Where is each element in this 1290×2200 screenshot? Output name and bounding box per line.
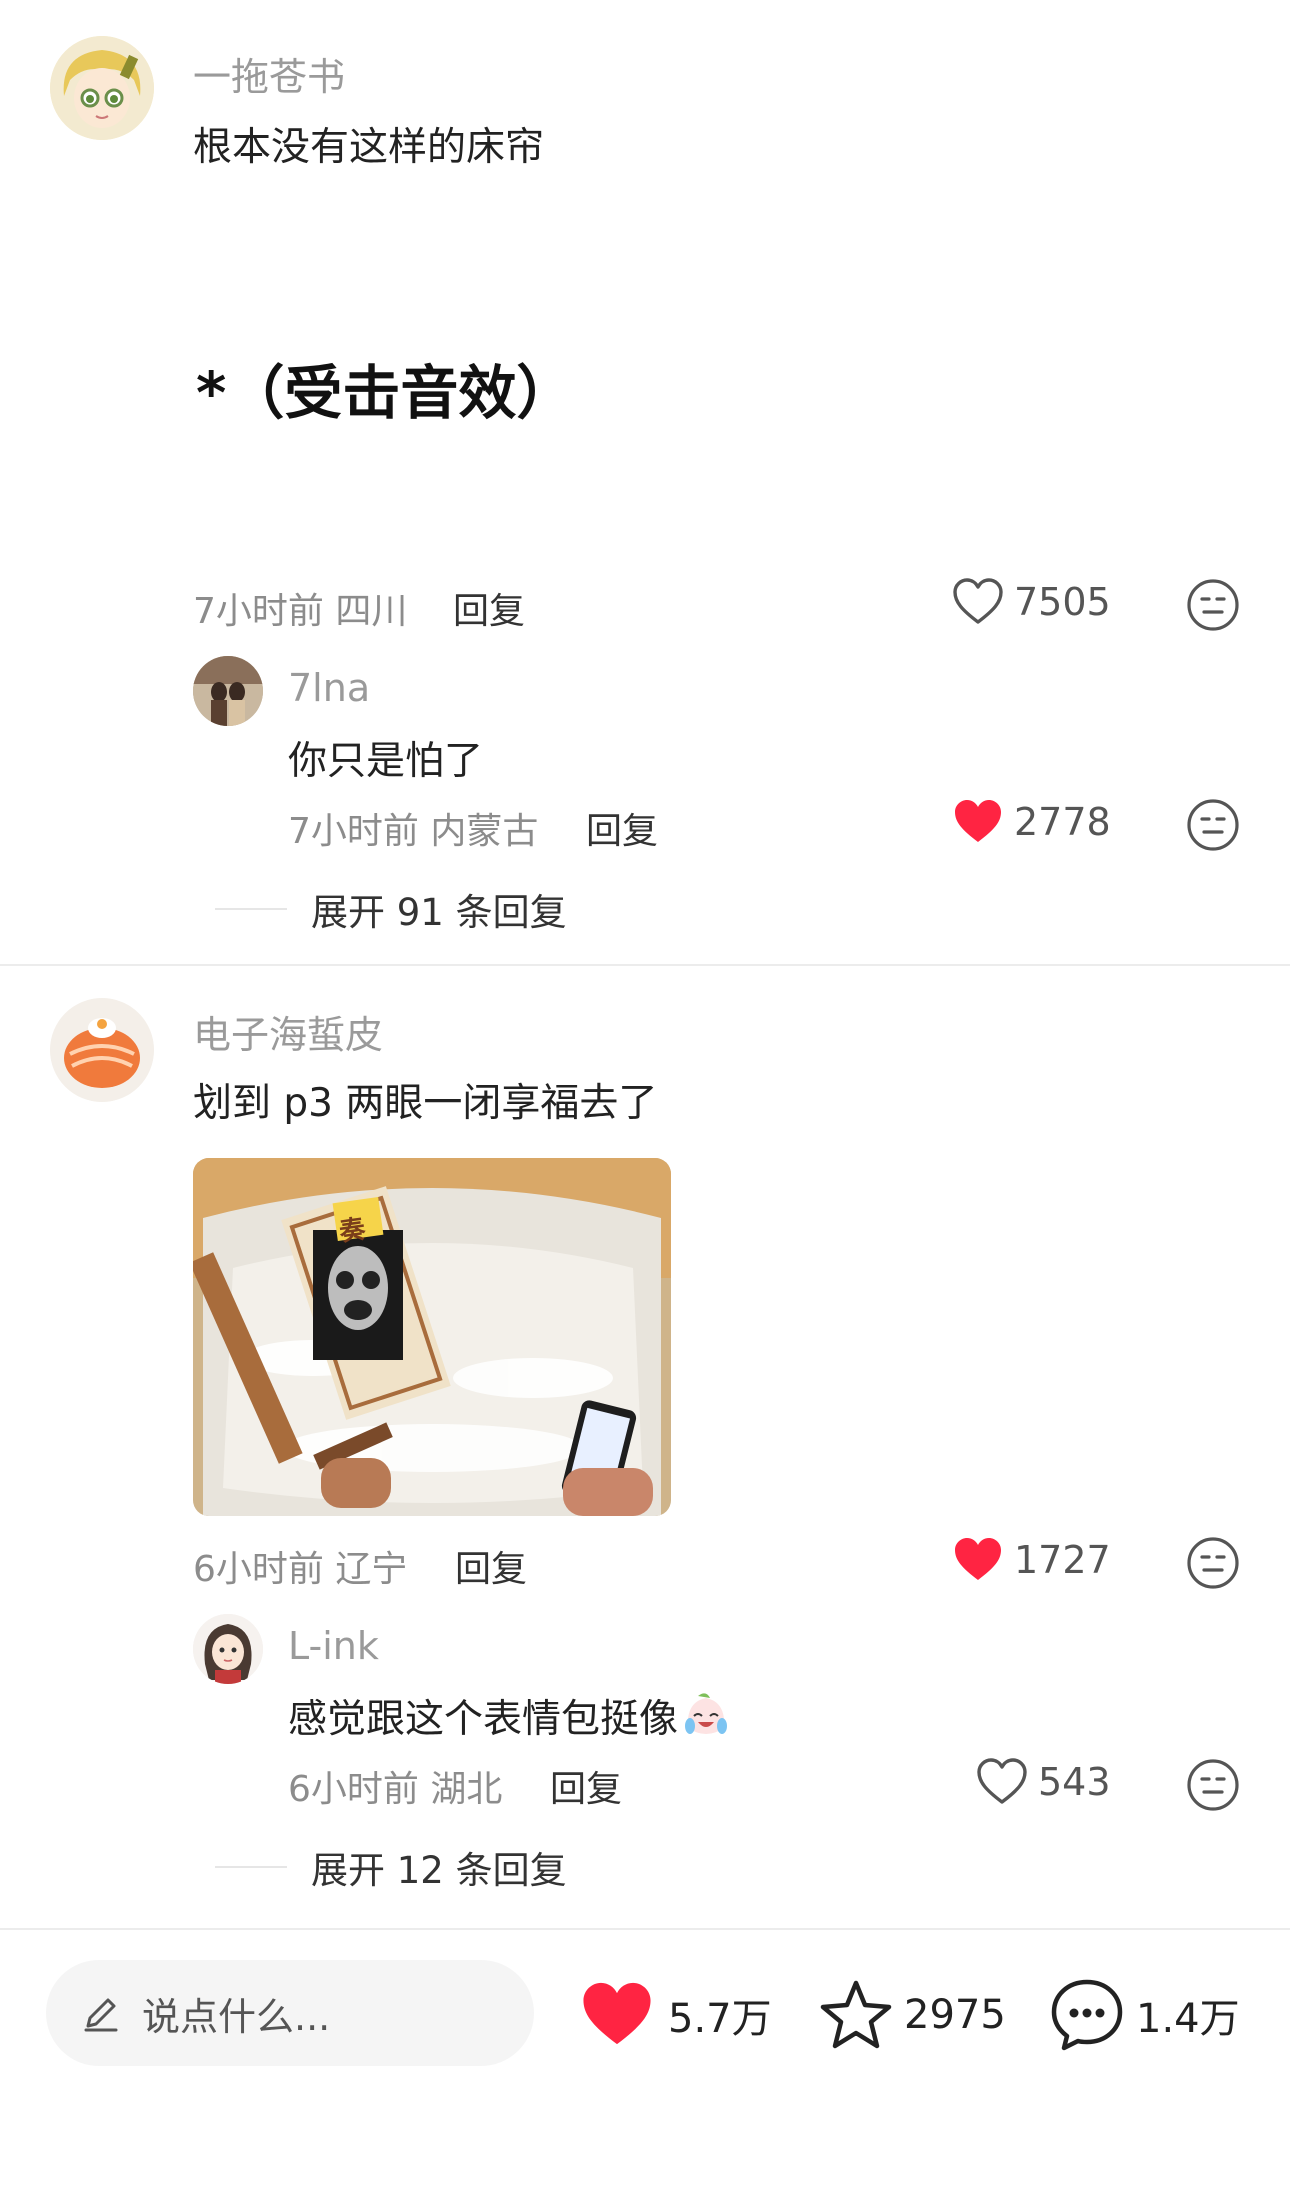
reply-meta: 6小时前 湖北 [288,1769,503,1810]
comment-bubble-icon [1051,1979,1123,2051]
crying-laughing-emoji-icon [685,1693,728,1734]
divider-line [215,908,287,910]
comment-input[interactable]: 说点什么... [46,1960,534,2066]
reply-meta: 7小时前 内蒙古 [288,811,539,852]
post-comment-button[interactable]: 1.4万 [1048,1976,1240,2054]
avatar-reply-1[interactable] [193,656,263,726]
like-button[interactable]: 7505 [952,578,1111,626]
bottom-bar: 说点什么... 5.7万 2975 1.4万 [0,1930,1290,2200]
comment-text-emphasis: *（受击音效） [196,359,575,427]
reply-text-row: 感觉跟这个表情包挺像 [288,1688,732,1744]
illustrated-girl-avatar-image [193,1614,263,1684]
sticky-note-text: 奏 [337,1214,368,1248]
neutral-face-icon[interactable] [1186,1536,1240,1590]
meme-image [193,1158,671,1516]
post-like-button[interactable]: 5.7万 [578,1980,772,2050]
reply-button[interactable]: 回复 [453,582,525,634]
expand-replies-label: 展开 12 条回复 [311,1849,567,1892]
heart-filled-icon [583,1982,651,2045]
comment-meta: 7小时前 四川 [193,591,408,632]
like-count: 2778 [1014,800,1111,844]
avatar-reply-2[interactable] [193,1614,263,1684]
like-button[interactable]: 2778 [952,798,1111,846]
heart-outline-icon [977,1758,1027,1804]
like-button[interactable]: 1727 [952,1536,1111,1584]
star-outline-icon [820,1980,892,2049]
post-favorite-count: 2975 [904,1992,1006,2038]
salmon-sushi-avatar-image [50,998,154,1102]
divider-line [215,1866,287,1868]
neutral-face-icon[interactable] [1186,798,1240,852]
comment-text: 划到 p3 两眼一闭享福去了 [193,1081,658,1126]
expand-replies-button[interactable]: 展开 12 条回复 [215,1840,567,1894]
reply-username[interactable]: 7lna [288,666,370,710]
reply-button[interactable]: 回复 [455,1540,527,1592]
reply-button[interactable]: 回复 [550,1760,622,1812]
pencil-icon [84,1998,118,2032]
like-count: 543 [1038,1760,1111,1804]
username[interactable]: 电子海蜇皮 [193,1004,383,1059]
avatar-comment-2[interactable] [50,998,154,1102]
neutral-face-icon[interactable] [1186,578,1240,632]
like-count: 7505 [1014,580,1111,624]
heart-filled-icon [955,1538,1001,1580]
reply-button[interactable]: 回复 [586,802,658,854]
reply-text: 感觉跟这个表情包挺像 [288,1697,679,1742]
expand-replies-label: 展开 91 条回复 [311,891,567,934]
comment-text: 根本没有这样的床帘 [193,125,545,170]
photo-avatar-image [193,656,263,726]
reply-username[interactable]: L-ink [288,1624,379,1668]
neutral-face-icon[interactable] [1186,1758,1240,1812]
anime-avatar-image [50,36,154,140]
post-favorite-button[interactable]: 2975 [818,1978,1006,2052]
like-count: 1727 [1014,1538,1111,1582]
comment-image[interactable]: 奏 [193,1158,671,1516]
avatar-comment-1[interactable] [50,36,154,140]
heart-outline-icon [953,578,1003,624]
heart-filled-icon [955,800,1001,842]
comment-meta: 6小时前 辽宁 [193,1549,408,1590]
like-button[interactable]: 543 [976,1758,1111,1806]
post-like-count: 5.7万 [668,1996,772,2042]
username[interactable]: 一拖苍书 [193,46,345,101]
comment-input-placeholder: 说点什么... [142,1994,331,2039]
post-comment-count: 1.4万 [1136,1996,1240,2042]
reply-text: 你只是怕了 [288,739,484,784]
expand-replies-button[interactable]: 展开 91 条回复 [215,882,567,936]
comment-divider [0,964,1290,966]
